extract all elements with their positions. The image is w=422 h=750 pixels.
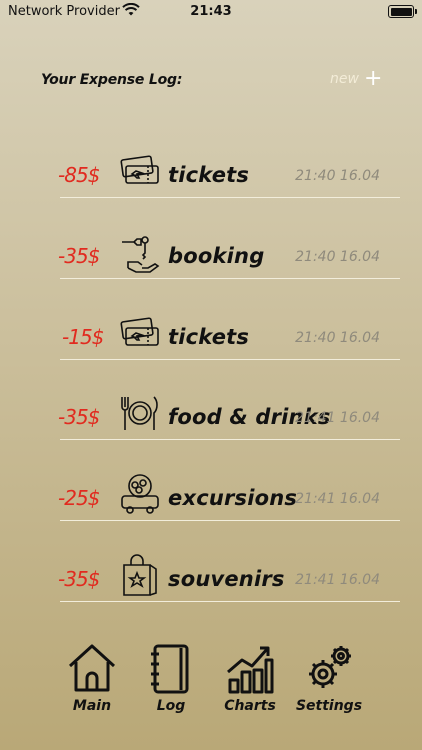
fork-plate-knife-icon [121,396,158,430]
clock: 21:43 [190,4,232,19]
expense-row[interactable]: -35$ food & drinks 21:41 16.04 [0,396,422,485]
expense-amount: -35$ [58,244,100,268]
expense-category: booking [168,244,265,268]
nav-log[interactable]: Log [131,640,211,714]
new-expense-button[interactable]: new + [330,68,382,90]
page-title: Your Expense Log: [41,72,183,88]
expense-time: 21:40 16.04 [295,249,380,265]
expense-amount: -35$ [58,567,100,591]
expense-amount: -15$ [62,325,104,349]
tour-bus-icon [121,474,159,514]
plus-icon: + [364,66,383,91]
expense-amount: -25$ [58,486,100,510]
row-divider [60,359,400,360]
expense-row[interactable]: -25$ excursions 21:41 16.04 [0,474,422,566]
expense-category: souvenirs [168,567,285,591]
expense-time: 21:41 16.04 [295,491,380,507]
notebook-icon [151,644,189,694]
expense-amount: -85$ [58,163,100,187]
home-icon [68,644,116,692]
bottom-nav: Main Log Charts Settings [0,640,422,750]
nav-main[interactable]: Main [52,640,132,714]
expense-category: tickets [168,163,250,187]
row-divider [60,278,400,279]
new-label: new [330,71,359,87]
tickets-icon [120,317,159,346]
expense-time: 21:40 16.04 [295,330,380,346]
nav-label: Settings [295,698,363,714]
battery-icon [388,5,417,18]
nav-charts[interactable]: Charts [210,640,290,714]
status-bar: Network Provider 21:43 [0,0,422,24]
expense-amount: -35$ [58,405,100,429]
chart-icon [227,646,274,694]
expense-category: tickets [168,325,250,349]
souvenir-bag-icon [123,554,157,596]
gears-icon [309,646,351,688]
expense-row[interactable]: -15$ tickets 21:40 16.04 [0,317,422,405]
nav-label: Log [156,698,186,714]
expense-category: excursions [168,486,298,510]
expense-time: 21:41 16.04 [295,572,380,588]
nav-label: Main [72,698,112,714]
expense-time: 21:41 16.04 [295,410,380,426]
expense-row[interactable]: -35$ booking 21:40 16.04 [0,236,422,324]
expense-time: 21:40 16.04 [295,168,380,184]
row-divider [60,601,400,602]
expense-row[interactable]: -85$ tickets 21:40 16.04 [0,155,422,243]
nav-label: Charts [224,698,276,714]
nav-settings[interactable]: Settings [289,640,369,714]
booking-key-icon [122,236,160,273]
tickets-icon [120,155,159,184]
row-divider [60,197,400,198]
row-divider [60,520,400,521]
row-divider [60,439,400,440]
expense-row[interactable]: -35$ souvenirs 21:41 16.04 [0,554,422,647]
